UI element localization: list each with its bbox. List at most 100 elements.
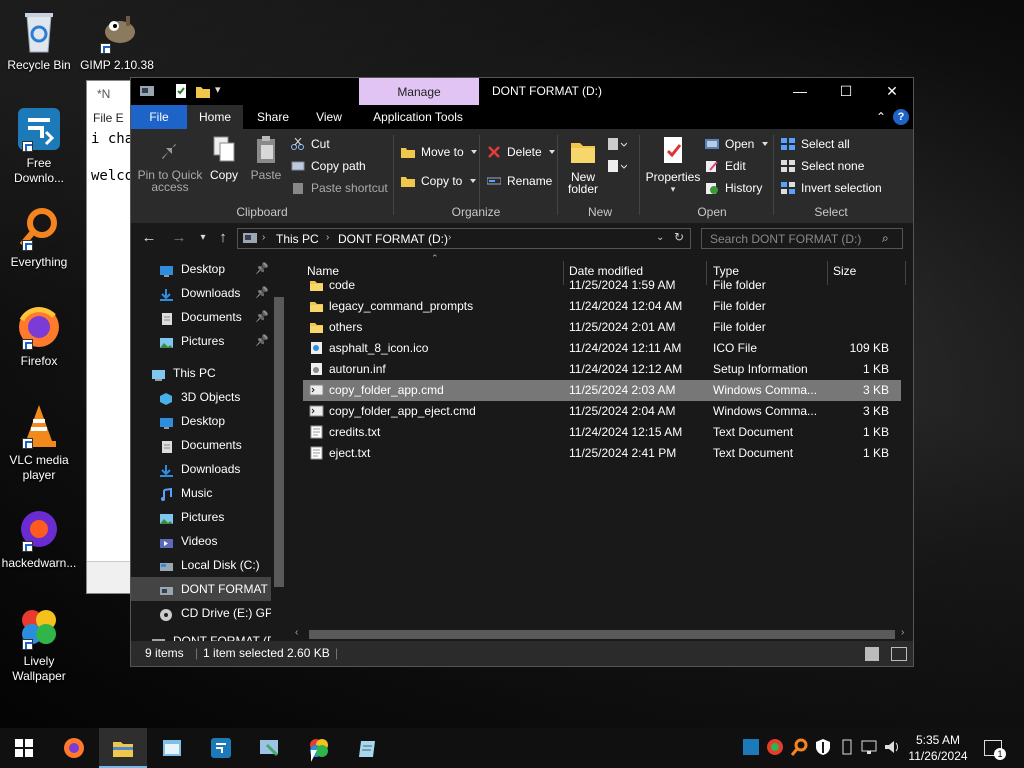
new-folder-button[interactable]: New folder (563, 135, 603, 195)
desktop-icon-everything[interactable]: Everything (0, 205, 78, 270)
start-button[interactable] (0, 728, 48, 768)
refresh-icon[interactable]: ↻ (674, 230, 684, 244)
open-button[interactable]: Open (705, 135, 768, 153)
nav-item[interactable]: Documents 📌 (131, 305, 275, 329)
file-row[interactable]: code 11/25/2024 1:59 AM File folder (303, 275, 901, 296)
breadcrumb-drive[interactable]: DONT FORMAT (D:) (338, 232, 448, 246)
address-dropdown-icon[interactable]: ⌄ (656, 232, 664, 243)
properties-quick-icon[interactable] (173, 83, 189, 99)
copy-button[interactable]: Copy (207, 135, 241, 181)
properties-button[interactable]: Properties ▾ (645, 135, 701, 195)
notepad-menu[interactable]: File E (87, 107, 135, 129)
tray-usb-eject-icon[interactable] (838, 738, 856, 756)
details-view-button[interactable] (865, 647, 879, 661)
search-input[interactable]: Search DONT FORMAT (D:) (710, 232, 861, 246)
tab-home[interactable]: Home (187, 105, 243, 129)
desktop-icon-hackedwarn[interactable]: hackedwarn... (0, 506, 78, 571)
taskbar-notepad-app[interactable] (148, 728, 196, 768)
paste-shortcut-button[interactable]: Paste shortcut (291, 179, 388, 197)
collapse-ribbon-icon[interactable]: ⌃ (871, 105, 891, 129)
desktop-icon-vlc[interactable]: VLC media player (0, 403, 78, 483)
nav-item[interactable]: Downloads (131, 457, 275, 481)
desktop-icon-recycle-bin[interactable]: Recycle Bin (0, 8, 78, 73)
tray-everything-icon[interactable] (790, 738, 808, 756)
cut-button[interactable]: Cut (291, 135, 330, 153)
tray-lively-icon[interactable] (766, 738, 784, 756)
invert-selection-button[interactable]: Invert selection (781, 179, 882, 197)
large-icons-view-button[interactable] (891, 647, 907, 661)
manage-context-tab[interactable]: Manage (359, 78, 479, 105)
tray-security-shield-icon[interactable] (814, 738, 832, 756)
tab-share[interactable]: Share (247, 105, 299, 129)
nav-item[interactable]: Documents (131, 433, 275, 457)
tray-volume-icon[interactable] (883, 738, 901, 756)
tab-file[interactable]: File (131, 105, 187, 129)
back-button[interactable]: ← (141, 229, 157, 247)
close-button[interactable]: ✕ (869, 78, 915, 105)
nav-scrollbar-thumb[interactable] (274, 297, 284, 587)
file-row[interactable]: legacy_command_prompts 11/24/2024 12:04 A… (303, 296, 901, 317)
recent-locations-button[interactable]: ▾ (195, 229, 211, 247)
nav-item[interactable]: DONT FORMAT (D:) (131, 629, 275, 641)
file-row[interactable]: others 11/25/2024 2:01 AM File folder (303, 317, 901, 338)
move-to-button[interactable]: Move to (401, 143, 477, 161)
tray-download-manager-icon[interactable] (742, 738, 760, 756)
desktop-icon-lively-wallpaper[interactable]: Lively Wallpaper (0, 604, 78, 684)
taskbar-clock[interactable]: 5:35 AM 11/26/2024 (905, 732, 971, 764)
file-row[interactable]: eject.txt 11/25/2024 2:41 PM Text Document… (303, 443, 901, 464)
maximize-button[interactable]: ☐ (823, 78, 869, 105)
file-row[interactable]: credits.txt 11/24/2024 12:15 AM Text Docum… (303, 422, 901, 443)
taskbar-free-download-manager[interactable] (197, 728, 245, 768)
pin-to-quick-access-button[interactable]: Pin to Quick access (137, 135, 203, 193)
nav-item[interactable]: Desktop 📌 (131, 257, 275, 281)
column-divider[interactable] (905, 261, 906, 285)
nav-scrollbar[interactable] (271, 253, 287, 641)
new-item-button[interactable] (607, 137, 628, 155)
nav-item[interactable]: Videos (131, 529, 275, 553)
select-none-button[interactable]: Select none (781, 157, 864, 175)
help-icon[interactable]: ? (893, 109, 909, 125)
tab-application-tools[interactable]: Application Tools (361, 105, 475, 129)
nav-item[interactable]: Pictures 📌 (131, 329, 275, 353)
nav-item[interactable]: Local Disk (C:) (131, 553, 275, 577)
nav-item[interactable]: 3D Objects (131, 385, 275, 409)
file-explorer-window[interactable]: ▾ Manage DONT FORMAT (D:) — ☐ ✕ File Hom… (130, 77, 914, 667)
notepad-window[interactable]: *N File E i cha welco (86, 80, 136, 594)
taskbar-lively-wallpaper[interactable] (295, 728, 343, 768)
scroll-right-icon[interactable]: › (901, 627, 904, 638)
nav-item[interactable]: CD Drive (E:) GParted-live (131, 601, 275, 625)
properties-dropdown-icon[interactable]: ▾ (645, 183, 701, 195)
tab-view[interactable]: View (305, 105, 353, 129)
file-row[interactable]: copy_folder_app_eject.cmd 11/25/2024 2:04… (303, 401, 901, 422)
edit-button[interactable]: Edit (705, 157, 746, 175)
new-folder-quick-icon[interactable] (195, 83, 211, 99)
desktop-icon-firefox[interactable]: Firefox (0, 304, 78, 369)
customize-toolbar-icon[interactable]: ▾ (215, 83, 231, 99)
taskbar-control-panel[interactable] (246, 728, 294, 768)
nav-item[interactable]: Desktop (131, 409, 275, 433)
horizontal-scrollbar[interactable]: ‹ › (291, 627, 913, 641)
copy-path-button[interactable]: Copy path (291, 157, 366, 175)
nav-item[interactable]: Music (131, 481, 275, 505)
file-row[interactable]: asphalt_8_icon.ico 11/24/2024 12:11 AM ICO… (303, 338, 901, 359)
nav-item[interactable]: This PC (131, 361, 275, 385)
rename-button[interactable]: Rename (487, 172, 552, 190)
desktop-icon-gimp[interactable]: GIMP 2.10.38 (78, 8, 156, 73)
file-row[interactable]: autorun.inf 11/24/2024 12:12 AM Setup Info… (303, 359, 901, 380)
breadcrumb-this-pc[interactable]: This PC (276, 232, 319, 246)
title-bar[interactable]: ▾ Manage DONT FORMAT (D:) — ☐ ✕ (131, 78, 913, 105)
nav-item[interactable]: Downloads 📌 (131, 281, 275, 305)
tray-network-icon[interactable] (860, 738, 878, 756)
easy-access-button[interactable] (607, 159, 628, 177)
history-button[interactable]: History (705, 179, 762, 197)
scroll-left-icon[interactable]: ‹ (295, 627, 298, 638)
copy-to-button[interactable]: Copy to (401, 172, 476, 190)
taskbar-firefox[interactable] (50, 728, 98, 768)
up-button[interactable]: ↑ (215, 229, 231, 247)
paste-button[interactable]: Paste (249, 135, 283, 181)
address-bar[interactable]: › This PC › DONT FORMAT (D:) › ⌄ ↻ (237, 228, 691, 249)
forward-button[interactable]: → (171, 229, 187, 247)
delete-button[interactable]: Delete (487, 143, 555, 161)
search-box[interactable]: Search DONT FORMAT (D:) ⌕ (701, 228, 903, 249)
nav-item[interactable]: Pictures (131, 505, 275, 529)
